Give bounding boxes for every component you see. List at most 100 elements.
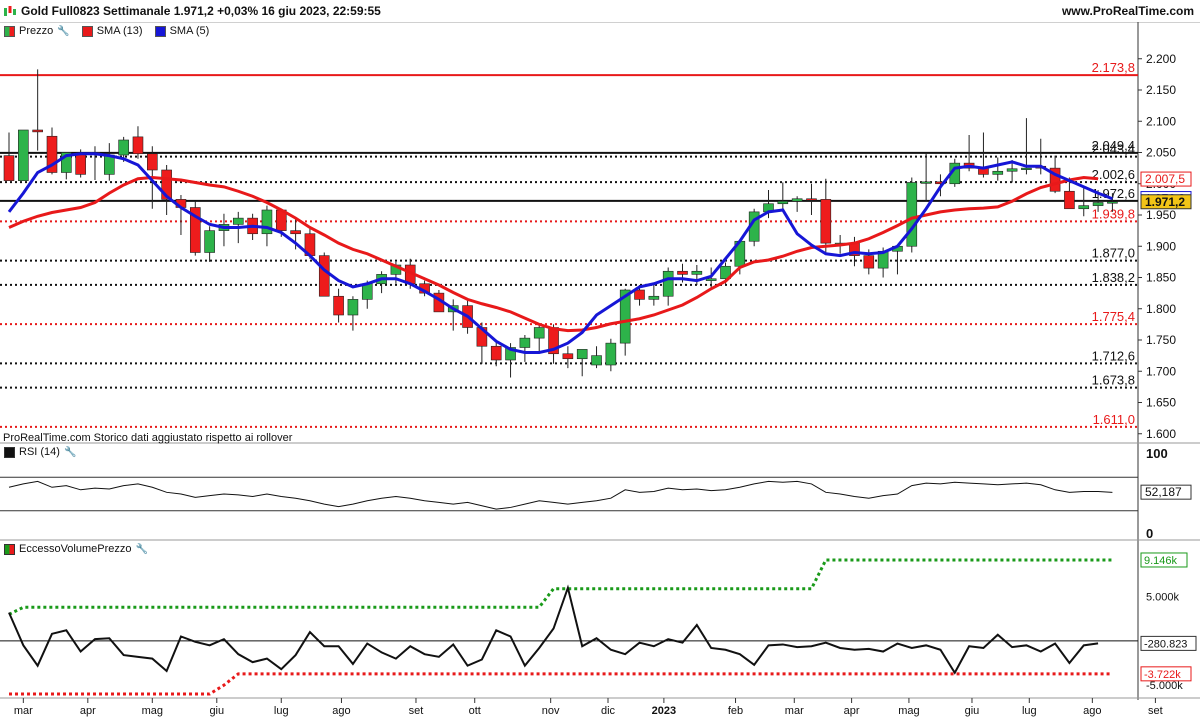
rsi-swatch-icon — [4, 446, 15, 458]
candle-body — [347, 299, 359, 316]
candle-body — [3, 155, 15, 181]
rsi-value-label: 52,187 — [1145, 485, 1182, 499]
y-tick-label: 2.200 — [1146, 52, 1176, 66]
candle-body — [204, 230, 215, 253]
level-label: 1.838,2 — [1092, 270, 1135, 285]
candle-body — [75, 153, 86, 175]
rsi-line — [8, 480, 1113, 510]
excess-swatch-icon — [4, 543, 15, 555]
x-tick-label: lug — [1022, 705, 1037, 717]
candle-body — [1064, 190, 1075, 210]
level-label: 1.673,8 — [1092, 373, 1135, 388]
excess-line — [8, 584, 1099, 675]
candle-body — [562, 353, 574, 360]
excess-bottom-label: -3.722k — [1144, 669, 1181, 681]
excess-panel-label[interactable]: EccessoVolumePrezzo 🔧 — [0, 543, 148, 555]
sma13-price-tag-label: 2.007,5 — [1145, 172, 1185, 186]
candle-body — [591, 355, 602, 366]
candle-body — [820, 199, 832, 244]
level-label: 2.173,8 — [1092, 60, 1135, 75]
x-tick-label: ago — [332, 705, 350, 717]
rsi-top-tick: 100 — [1146, 446, 1168, 461]
candle-body — [361, 283, 373, 300]
sma5-line — [7, 152, 1113, 354]
candle-body — [605, 342, 617, 366]
candle-body — [1092, 202, 1104, 206]
wrench-icon[interactable]: 🔧 — [136, 544, 148, 555]
y-tick-label: 1.850 — [1146, 271, 1176, 285]
x-tick-label: ago — [1083, 705, 1101, 717]
x-tick-label: 2023 — [652, 705, 676, 717]
candle-body — [992, 170, 1004, 175]
excess-current-label: -280.823 — [1144, 638, 1187, 650]
candle-body — [147, 153, 158, 171]
level-label: 2.043,4 — [1092, 142, 1135, 157]
level-label: 1.611,0 — [1093, 412, 1135, 427]
y-tick-label: 1.750 — [1146, 333, 1176, 347]
x-tick-label: lug — [274, 705, 289, 717]
candle-body — [576, 349, 588, 360]
y-tick-label: 1.600 — [1146, 427, 1176, 441]
candle-body — [863, 255, 875, 269]
level-label: 1.775,4 — [1092, 309, 1135, 324]
rsi-panel: 100 0 52,187 — [0, 446, 1192, 541]
level-label: 2.002,6 — [1092, 167, 1135, 182]
excess-lower-band — [9, 672, 1113, 696]
candle-body — [920, 181, 932, 184]
candle-body — [232, 217, 244, 225]
x-tick-label: mar — [785, 705, 804, 717]
candle-body — [662, 270, 674, 297]
candle-body — [806, 198, 817, 201]
candle-body — [1107, 201, 1118, 204]
x-tick-label: feb — [728, 705, 743, 717]
excess-panel: 5.000k0-5.000k9.146k-280.823-3.722k — [0, 552, 1197, 696]
rsi-bottom-tick: 0 — [1146, 526, 1153, 541]
candle-body — [1021, 167, 1032, 170]
candle-body — [519, 337, 531, 348]
history-note: ProRealTime.com Storico dati aggiustato … — [3, 432, 293, 444]
y-tick-label: 2.100 — [1146, 114, 1176, 128]
candle-body — [906, 182, 918, 247]
x-tick-label: giu — [965, 705, 980, 717]
x-tick-label: giu — [209, 705, 224, 717]
y-tick-label: 2.150 — [1146, 83, 1176, 97]
candle-body — [118, 139, 129, 156]
horizontal-levels: 2.173,82.049,42.043,42.002,61.972,61.939… — [0, 60, 1138, 428]
candle-body — [634, 289, 645, 300]
candle-body — [791, 198, 803, 202]
excess-tick-label: 5.000k — [1146, 592, 1180, 604]
x-tick-label: set — [1148, 705, 1163, 717]
candle-body — [1006, 168, 1018, 172]
candle-body — [777, 200, 789, 205]
candle-body — [533, 327, 545, 339]
y-axis: 2.2002.1502.1002.0502.0001.9501.9001.850… — [1138, 52, 1192, 441]
x-tick-label: ott — [469, 705, 481, 717]
candles — [3, 69, 1118, 378]
x-tick-label: mar — [14, 705, 33, 717]
x-tick-label: mag — [898, 705, 919, 717]
wrench-icon[interactable]: 🔧 — [64, 447, 76, 458]
chart-canvas[interactable]: 2.173,82.049,42.043,42.002,61.972,61.939… — [0, 0, 1200, 720]
candle-body — [490, 345, 502, 361]
excess-top-label: 9.146k — [1144, 555, 1178, 567]
candle-body — [677, 270, 688, 275]
candle-body — [32, 129, 43, 133]
rsi-label: RSI (14) — [19, 446, 60, 458]
x-tick-label: apr — [80, 705, 96, 717]
y-tick-label: 1.900 — [1146, 239, 1176, 253]
level-label: 1.712,6 — [1092, 348, 1135, 363]
y-tick-label: 1.700 — [1146, 364, 1176, 378]
x-tick-label: nov — [542, 705, 560, 717]
rsi-panel-label[interactable]: RSI (14) 🔧 — [0, 446, 76, 458]
x-tick-label: dic — [601, 705, 616, 717]
y-tick-label: 1.800 — [1146, 302, 1176, 316]
excess-label: EccessoVolumePrezzo — [19, 543, 132, 555]
y-tick-label: 1.650 — [1146, 396, 1176, 410]
candle-body — [648, 295, 660, 300]
candle-body — [132, 136, 144, 155]
level-label: 1.877,0 — [1092, 246, 1135, 261]
last-price-label: 1.971,2 — [1145, 195, 1185, 209]
candle-body — [18, 129, 29, 181]
y-tick-label: 2.050 — [1146, 146, 1176, 160]
candle-body — [333, 295, 344, 316]
